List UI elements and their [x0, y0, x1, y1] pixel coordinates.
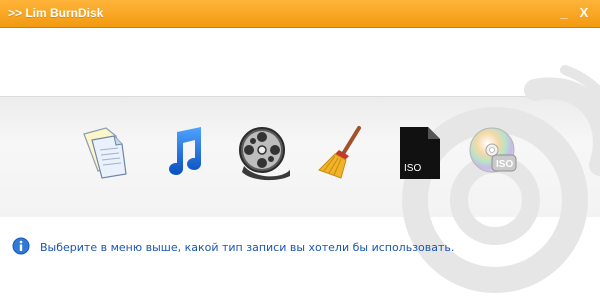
iso-file-label: ISO [404, 163, 421, 174]
video-disc-button[interactable] [234, 124, 292, 182]
film-reel-icon [239, 127, 290, 181]
menu-area [0, 28, 600, 96]
window-title: >> Lim BurnDisk [8, 6, 104, 20]
audio-disc-button[interactable] [155, 124, 213, 182]
status-message: Выберите в меню выше, какой тип записи в… [40, 241, 455, 254]
erase-disc-button[interactable] [315, 124, 373, 182]
iso-file-button[interactable]: ISO [392, 124, 450, 182]
disc-iso-icon: ISO [469, 127, 517, 173]
title-bar[interactable]: >> Lim BurnDisk _ X [0, 0, 600, 28]
close-button[interactable]: X [576, 4, 592, 22]
app-window: >> Lim BurnDisk _ X ISO ISO Выберите в м… [0, 0, 600, 303]
minimize-button[interactable]: _ [556, 4, 572, 22]
disc-iso-label: ISO [496, 159, 513, 170]
iso-file-icon: ISO [400, 127, 440, 179]
music-note-icon [169, 127, 201, 175]
data-disc-button[interactable] [78, 124, 136, 182]
broom-icon [318, 126, 361, 179]
documents-icon [83, 127, 127, 179]
burn-iso-button[interactable]: ISO [466, 124, 524, 182]
status-area [0, 217, 600, 303]
info-icon [12, 237, 30, 255]
